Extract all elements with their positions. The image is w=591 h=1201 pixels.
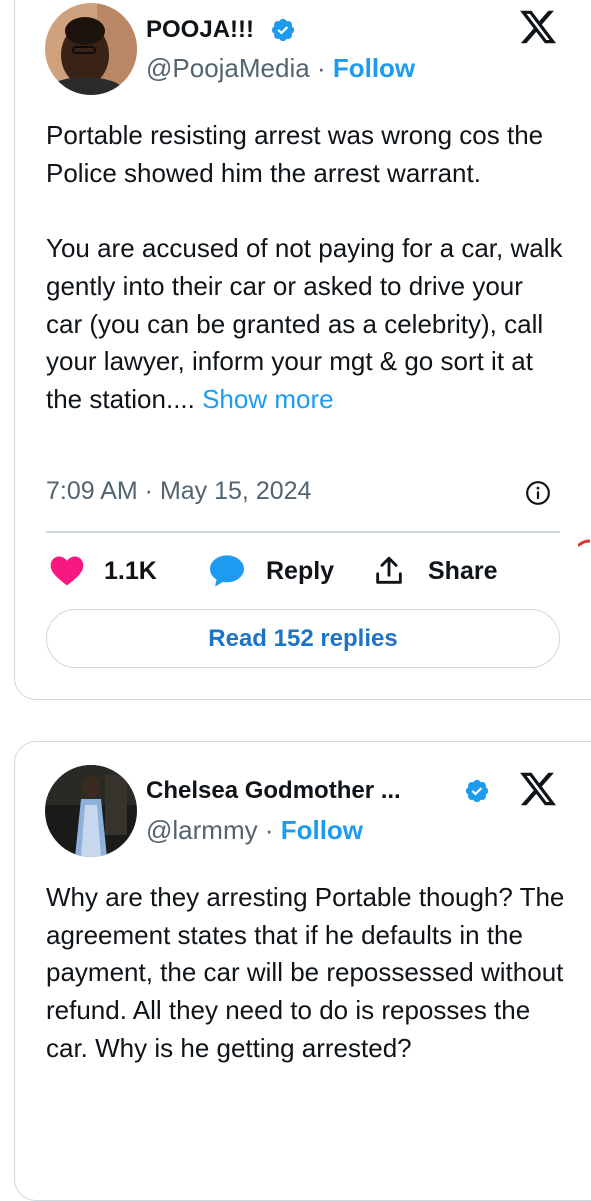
heart-icon <box>50 556 84 586</box>
divider <box>46 531 560 533</box>
display-name[interactable]: Chelsea Godmother ... <box>146 777 401 805</box>
separator: · <box>257 815 281 845</box>
handle-line: @PoojaMedia · Follow <box>146 53 415 84</box>
share-button[interactable]: Share <box>372 551 497 591</box>
display-name[interactable]: POOJA!!! <box>146 16 254 44</box>
handle-line: @larmmy · Follow <box>146 815 363 846</box>
share-label: Share <box>428 556 498 585</box>
tweet-paragraph: Portable resisting arrest was wrong cos … <box>46 120 544 188</box>
timestamp[interactable]: 7:09 AM · May 15, 2024 <box>46 477 311 506</box>
reply-label: Reply <box>266 556 335 585</box>
show-more-link[interactable]: Show more <box>202 384 334 414</box>
like-count: 1.1K <box>104 551 157 591</box>
share-icon <box>376 556 402 584</box>
verified-badge-icon <box>465 779 489 803</box>
follow-button[interactable]: Follow <box>281 815 363 845</box>
x-logo-icon[interactable] <box>516 769 560 809</box>
tweet-text: Portable resisting arrest was wrong cos … <box>46 117 566 419</box>
like-count-label: 1.1K <box>104 556 157 585</box>
verified-badge-icon <box>271 18 295 42</box>
read-replies-button[interactable]: Read 152 replies <box>46 609 560 668</box>
reply-button[interactable]: Reply <box>208 551 334 591</box>
x-logo-icon[interactable] <box>516 7 560 47</box>
avatar[interactable] <box>45 765 137 857</box>
separator: · <box>309 53 333 83</box>
avatar[interactable] <box>45 3 137 95</box>
tweet-paragraph: You are accused of not paying for a car,… <box>46 230 566 419</box>
follow-button[interactable]: Follow <box>333 53 415 83</box>
tweet-text: Why are they arresting Portable though? … <box>46 879 566 1068</box>
reply-bubble-icon <box>210 555 244 587</box>
handle[interactable]: @larmmy <box>146 815 258 845</box>
tweet-paragraph: Why are they arresting Portable though? … <box>46 882 565 1063</box>
handle[interactable]: @PoojaMedia <box>146 53 310 83</box>
like-button[interactable] <box>50 551 84 591</box>
info-icon[interactable] <box>525 480 551 506</box>
red-mark <box>578 539 590 547</box>
